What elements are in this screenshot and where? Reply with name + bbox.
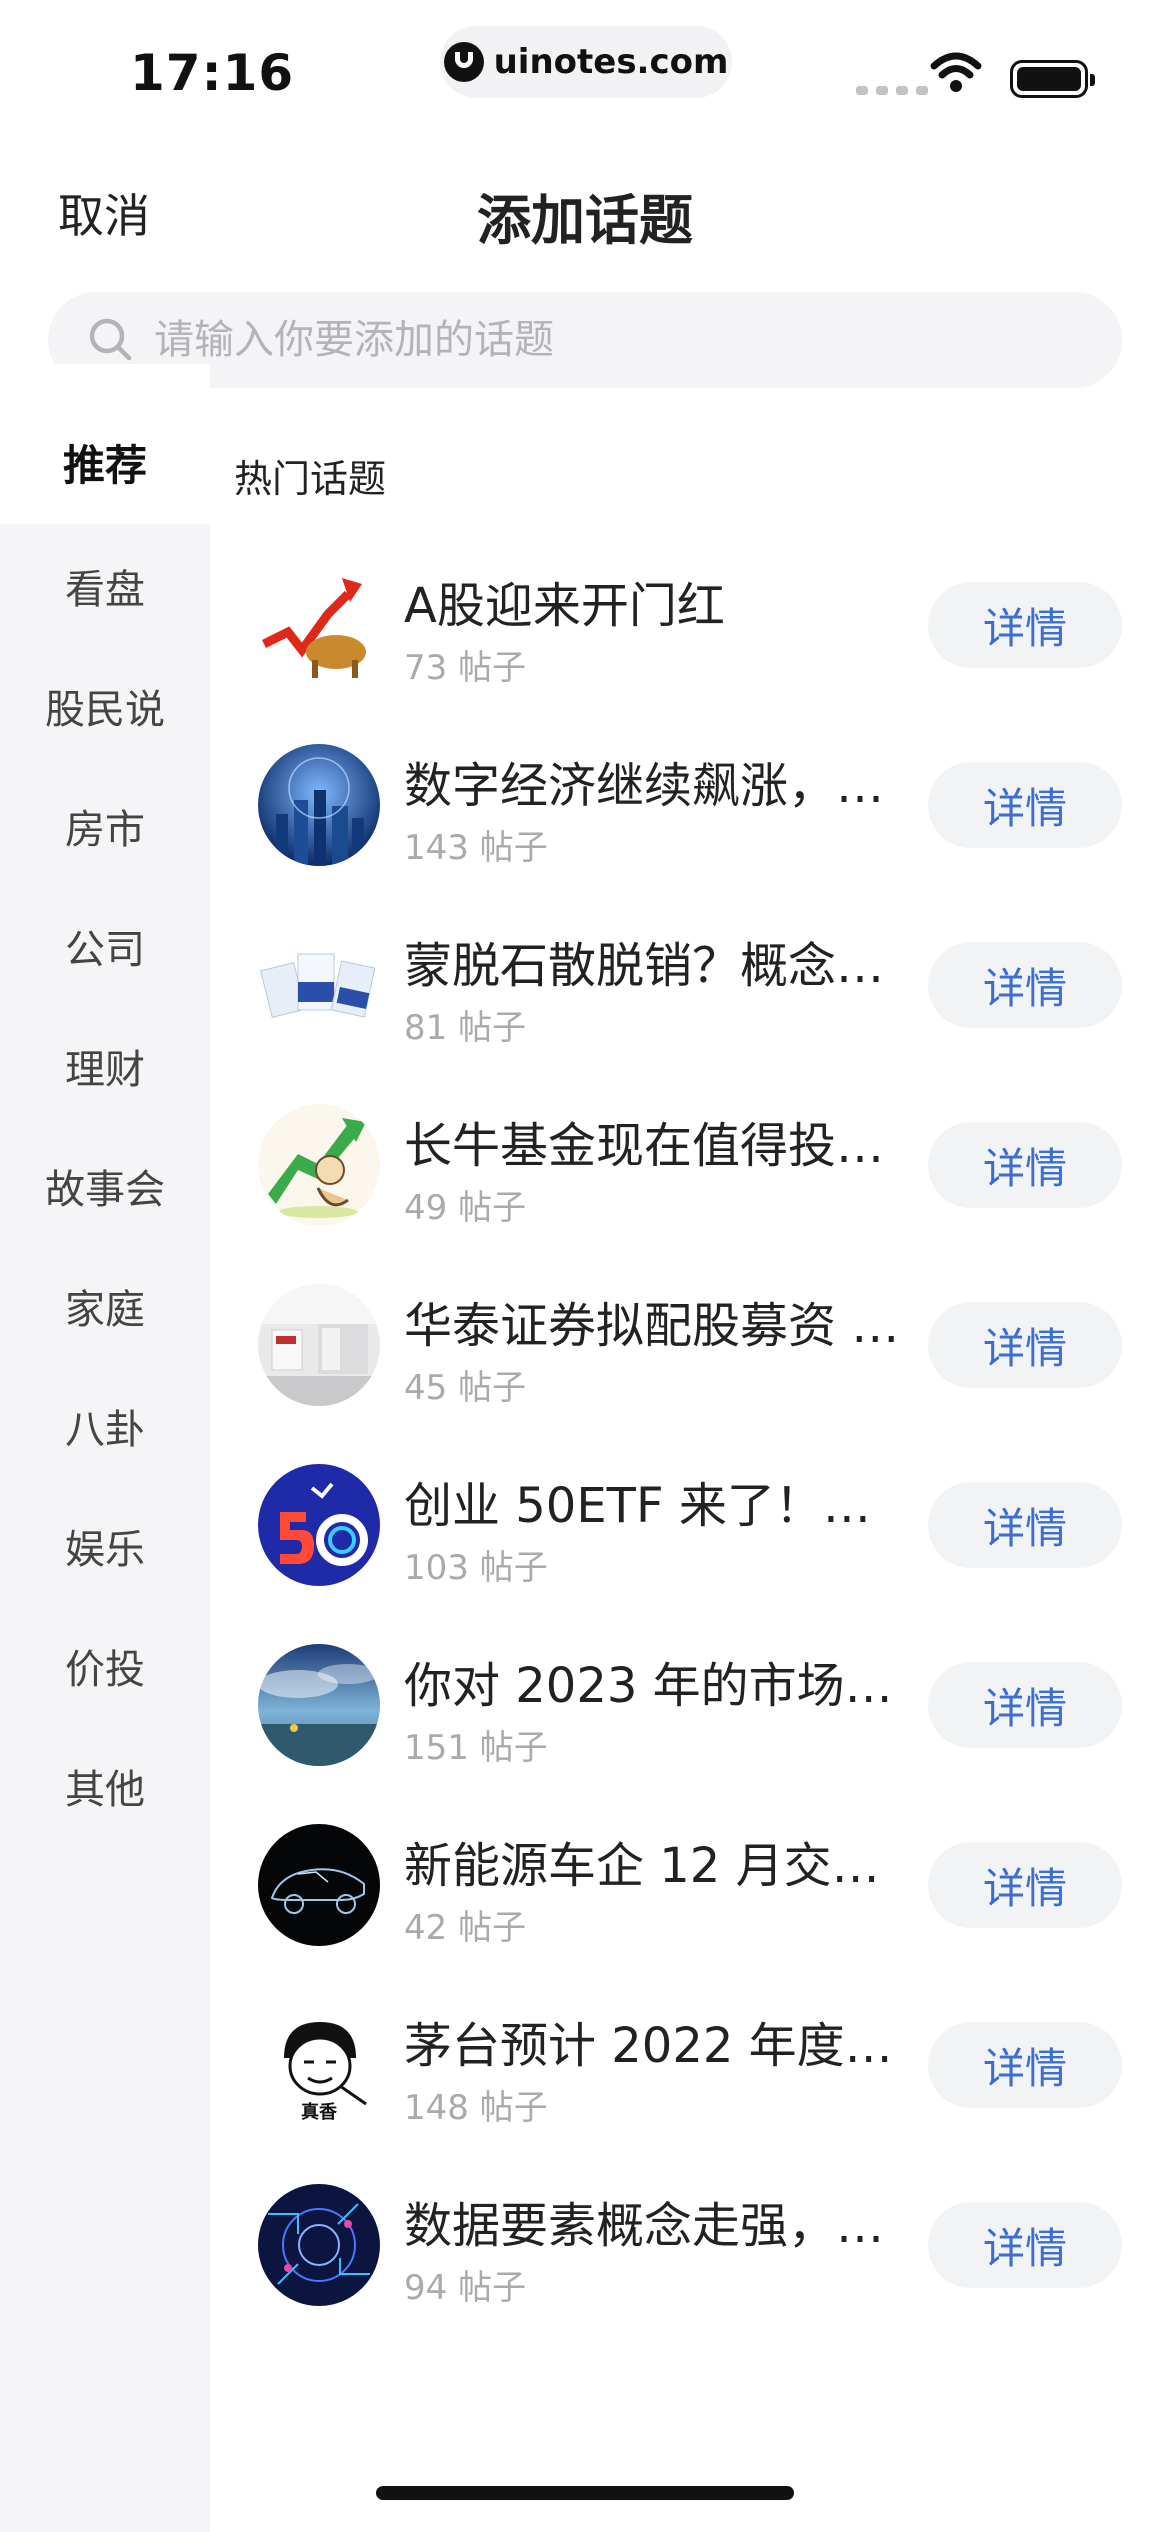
topic-title: 数据要素概念走强，…	[404, 2198, 885, 2254]
sidebar-item-company[interactable]: 公司	[0, 886, 210, 1006]
car-outline-thumbnail	[258, 1824, 380, 1946]
sidebar-item-family[interactable]: 家庭	[0, 1246, 210, 1366]
uinotes-logo-icon	[443, 42, 484, 82]
url-text: uinotes.com	[493, 42, 729, 82]
cellular-signal-icon	[856, 86, 928, 95]
topic-post-count: 73 帖子	[404, 648, 527, 688]
home-indicator	[376, 2486, 794, 2500]
page-title: 添加话题	[477, 189, 693, 252]
medicine-packets-thumbnail	[258, 924, 380, 1046]
sidebar-item-other[interactable]: 其他	[0, 1726, 210, 1846]
topic-row[interactable]: 蒙脱石散脱销？概念… 81 帖子 详情	[210, 900, 1170, 1080]
search-input[interactable]	[154, 317, 1054, 363]
topic-post-count: 49 帖子	[404, 1188, 527, 1228]
topic-post-count: 103 帖子	[404, 1548, 548, 1588]
sidebar-item-investor-talk[interactable]: 股民说	[0, 646, 210, 766]
topic-title: 华泰证券拟配股募资 …	[404, 1298, 900, 1354]
topic-post-count: 151 帖子	[404, 1728, 548, 1768]
topic-row[interactable]: 新能源车企 12 月交付… 42 帖子 详情	[210, 1800, 1170, 1980]
topic-row[interactable]: 长牛基金现在值得投… 49 帖子 详情	[210, 1080, 1170, 1260]
section-title-hot-topics: 热门话题	[234, 457, 387, 501]
topic-row[interactable]: 华泰证券拟配股募资 … 45 帖子 详情	[210, 1260, 1170, 1440]
topic-row[interactable]: 数据要素概念走强，… 94 帖子 详情	[210, 2160, 1170, 2340]
topic-post-count: 148 帖子	[404, 2088, 548, 2128]
detail-button[interactable]: 详情	[928, 1662, 1122, 1748]
status-time: 17:16	[130, 44, 295, 102]
detail-button[interactable]: 详情	[928, 1122, 1122, 1208]
landscape-thumbnail	[258, 1644, 380, 1766]
topic-title: 数字经济继续飙涨，…	[404, 758, 885, 814]
detail-button[interactable]: 详情	[928, 1302, 1122, 1388]
status-bar: 17:16 uinotes.com	[0, 0, 1170, 140]
topic-row[interactable]: 创业 50ETF 来了！如… 103 帖子 详情	[210, 1440, 1170, 1620]
meme-caption: 真香	[301, 2102, 337, 2123]
bull-arrow-thumbnail	[258, 564, 380, 686]
topic-title: A股迎来开门红	[404, 578, 725, 634]
topic-post-count: 143 帖子	[404, 828, 548, 868]
topic-title: 你对 2023 年的市场…	[404, 1658, 893, 1714]
topic-post-count: 94 帖子	[404, 2268, 527, 2308]
topic-row[interactable]: 你对 2023 年的市场… 151 帖子 详情	[210, 1620, 1170, 1800]
sidebar-item-value-investing[interactable]: 价投	[0, 1606, 210, 1726]
meme-face-thumbnail: 真香	[258, 2004, 380, 2126]
topic-title: 茅台预计 2022 年度…	[404, 2018, 893, 2074]
sidebar-item-gossip[interactable]: 八卦	[0, 1366, 210, 1486]
topic-post-count: 81 帖子	[404, 1008, 527, 1048]
category-sidebar: 推荐 看盘 股民说 房市 公司 理财 故事会 家庭 八卦 娱乐 价投 其他	[0, 364, 210, 2532]
sidebar-item-entertainment[interactable]: 娱乐	[0, 1486, 210, 1606]
detail-button[interactable]: 详情	[928, 1842, 1122, 1928]
detail-button[interactable]: 详情	[928, 2202, 1122, 2288]
topic-row[interactable]: 真香 茅台预计 2022 年度… 148 帖子 详情	[210, 1980, 1170, 2160]
url-pill[interactable]: uinotes.com	[440, 26, 732, 98]
topic-title: 长牛基金现在值得投…	[404, 1118, 885, 1174]
detail-button[interactable]: 详情	[928, 582, 1122, 668]
topic-title: 蒙脱石散脱销？概念…	[404, 938, 885, 994]
topic-title: 新能源车企 12 月交付…	[404, 1838, 904, 1894]
nav-header: 取消 添加话题	[0, 150, 1170, 260]
wifi-icon	[930, 52, 982, 92]
detail-button[interactable]: 详情	[928, 1482, 1122, 1568]
office-lobby-thumbnail	[258, 1284, 380, 1406]
topic-post-count: 42 帖子	[404, 1908, 527, 1948]
topic-title: 创业 50ETF 来了！如…	[404, 1478, 904, 1534]
detail-button[interactable]: 详情	[928, 762, 1122, 848]
etf-50-logo-thumbnail	[258, 1464, 380, 1586]
detail-button[interactable]: 详情	[928, 942, 1122, 1028]
sidebar-item-finance[interactable]: 理财	[0, 1006, 210, 1126]
topic-post-count: 45 帖子	[404, 1368, 527, 1408]
data-circuit-thumbnail	[258, 2184, 380, 2306]
detail-button[interactable]: 详情	[928, 2022, 1122, 2108]
sidebar-item-housing[interactable]: 房市	[0, 766, 210, 886]
sidebar-item-recommend-active[interactable]: 推荐	[0, 400, 210, 524]
sidebar-item-stories[interactable]: 故事会	[0, 1126, 210, 1246]
battery-icon	[1010, 60, 1095, 98]
search-icon	[89, 318, 132, 361]
cartoon-chart-thumbnail	[258, 1104, 380, 1226]
topic-row[interactable]: 数字经济继续飙涨，… 143 帖子 详情	[210, 720, 1170, 900]
digital-city-thumbnail	[258, 744, 380, 866]
sidebar-item-market-watch[interactable]: 看盘	[0, 526, 210, 646]
topic-row[interactable]: A股迎来开门红 73 帖子 详情	[210, 540, 1170, 720]
